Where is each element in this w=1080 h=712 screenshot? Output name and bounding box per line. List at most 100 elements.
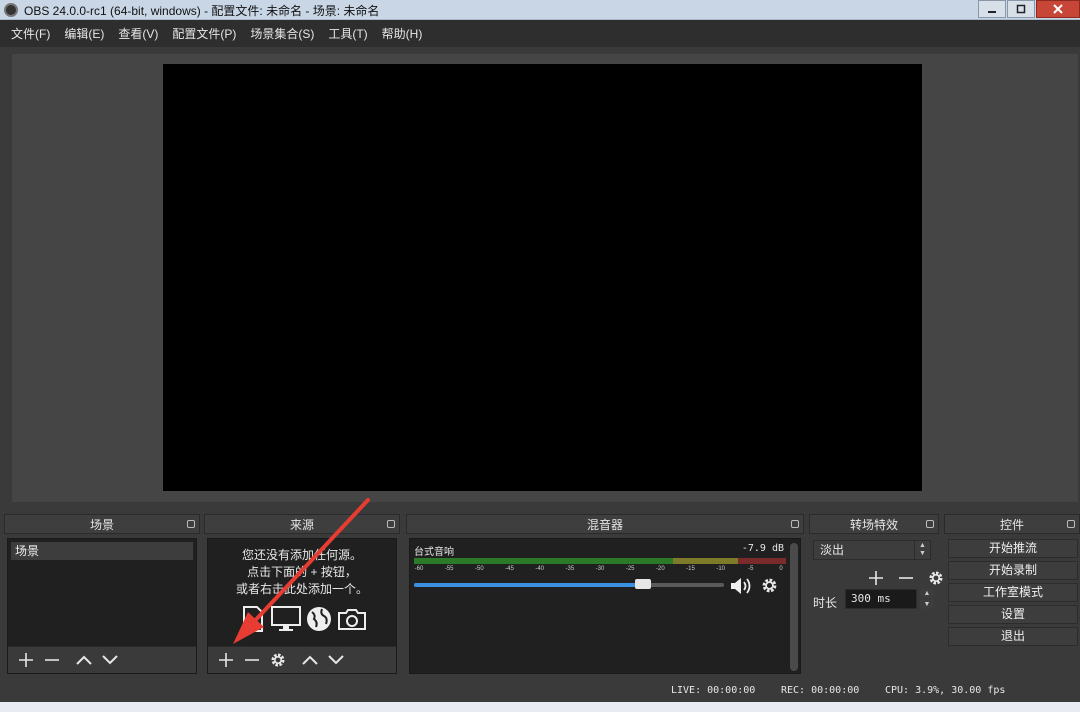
controls-dock: 控件 开始推流 开始录制 工作室模式 设置 退出	[944, 514, 1080, 674]
window-bottom-edge	[0, 702, 1080, 712]
minimize-button[interactable]	[978, 0, 1006, 18]
mixer-dock-title: 混音器	[406, 514, 804, 534]
title-bar: OBS 24.0.0-rc1 (64-bit, windows) - 配置文件:…	[0, 0, 1080, 20]
minus-icon	[899, 577, 913, 579]
exit-button[interactable]: 退出	[948, 627, 1078, 646]
volume-meter	[414, 558, 786, 564]
maximize-button[interactable]	[1007, 0, 1035, 18]
add-scene-button[interactable]	[13, 648, 39, 672]
float-dock-icon[interactable]	[791, 520, 799, 528]
add-transition-button[interactable]	[863, 566, 889, 590]
menu-bar: 文件(F) 编辑(E) 查看(V) 配置文件(P) 场景集合(S) 工具(T) …	[0, 20, 1080, 47]
chevron-up-icon	[302, 655, 318, 665]
duration-increase-button[interactable]: ▲	[920, 589, 934, 598]
menu-scene-collection[interactable]: 场景集合(S)	[243, 25, 321, 42]
meter-red-zone	[737, 558, 786, 564]
volume-slider[interactable]	[414, 579, 724, 589]
sources-empty-message: 您还没有添加任何源。 点击下面的 + 按钮， 或者右击此处添加一个。	[208, 547, 396, 598]
mixer-dock: 混音器 台式音响 -7.9 dB -60 -55 -50 -45 -40 -35 -30 -2…	[406, 514, 804, 674]
remove-scene-button[interactable]	[39, 648, 65, 672]
meter-tick-label: -45	[505, 566, 514, 572]
float-dock-icon[interactable]	[1067, 520, 1075, 528]
volume-slider-fill	[414, 583, 644, 587]
transitions-dock: 转场特效 淡出 ▲ ▼ 时长 300 ms ▲ ▼	[809, 514, 943, 674]
scenes-dock: 场景 场景	[4, 514, 200, 674]
preview-canvas[interactable]	[163, 64, 922, 491]
meter-green-zone	[414, 558, 673, 564]
status-bar: LIVE: 00:00:00 REC: 00:00:00 CPU: 3.9%, …	[0, 680, 1080, 702]
remove-transition-button[interactable]	[893, 566, 919, 590]
sources-dock: 来源 您还没有添加任何源。 点击下面的 + 按钮， 或者右击此处添加一个。	[204, 514, 400, 674]
start-streaming-button[interactable]: 开始推流	[948, 539, 1078, 558]
source-properties-button[interactable]	[265, 648, 291, 672]
move-scene-up-button[interactable]	[71, 648, 97, 672]
rec-status: REC: 00:00:00	[781, 685, 860, 696]
sources-list[interactable]: 您还没有添加任何源。 点击下面的 + 按钮， 或者右击此处添加一个。	[207, 538, 397, 674]
source-type-icons	[208, 605, 396, 633]
mute-button[interactable]	[730, 577, 754, 598]
plus-icon	[19, 653, 33, 667]
maximize-icon	[1016, 4, 1026, 14]
remove-source-button[interactable]	[239, 648, 265, 672]
duration-decrease-button[interactable]: ▼	[920, 600, 934, 609]
menu-edit[interactable]: 编辑(E)	[57, 25, 111, 42]
volume-slider-handle[interactable]	[635, 579, 652, 589]
meter-tick-label: 0	[779, 566, 783, 572]
mixer-scrollbar[interactable]	[790, 543, 798, 671]
meter-yellow-zone	[672, 558, 738, 564]
duration-input[interactable]: 300 ms	[845, 589, 917, 609]
move-source-down-button[interactable]	[323, 648, 349, 672]
camera-source-icon	[337, 605, 367, 633]
transitions-dock-title: 转场特效	[809, 514, 939, 534]
move-scene-down-button[interactable]	[97, 648, 123, 672]
float-dock-icon[interactable]	[387, 520, 395, 528]
menu-file[interactable]: 文件(F)	[4, 25, 57, 42]
float-dock-icon[interactable]	[926, 520, 934, 528]
meter-tick-label: -15	[686, 566, 695, 572]
meter-tick-label: -60	[414, 566, 424, 572]
menu-view[interactable]: 查看(V)	[111, 25, 165, 42]
float-dock-icon[interactable]	[187, 520, 195, 528]
duration-label: 时长	[813, 596, 838, 610]
preview-area	[12, 54, 1078, 502]
window-controls	[977, 0, 1080, 20]
plus-icon	[869, 571, 883, 585]
meter-tick-label: -55	[444, 566, 454, 572]
gear-icon	[271, 653, 285, 667]
transition-select[interactable]: 淡出 ▲ ▼	[813, 540, 931, 560]
close-button[interactable]	[1036, 0, 1080, 18]
scene-list-item[interactable]: 场景	[11, 542, 193, 560]
meter-tick-label: -40	[535, 566, 544, 572]
start-recording-button[interactable]: 开始录制	[948, 561, 1078, 580]
meter-tick-label: -50	[474, 566, 484, 572]
move-source-up-button[interactable]	[297, 648, 323, 672]
monitor-source-icon	[270, 605, 301, 633]
audio-track: 台式音响 -7.9 dB -60 -55 -50 -45 -40 -35 -30 -25 -20…	[414, 543, 786, 603]
meter-tick-label: -30	[595, 566, 605, 572]
meter-tick-label: -20	[655, 566, 665, 572]
sources-dock-title-text: 来源	[289, 517, 314, 532]
track-settings-button[interactable]	[761, 577, 778, 597]
transition-toolbar	[863, 566, 949, 590]
sources-dock-title: 来源	[204, 514, 400, 534]
minus-icon	[45, 659, 59, 661]
window-title: OBS 24.0.0-rc1 (64-bit, windows) - 配置文件:…	[24, 4, 380, 18]
scenes-toolbar	[8, 646, 196, 673]
controls-list: 开始推流 开始录制 工作室模式 设置 退出	[948, 539, 1078, 649]
cpu-status: CPU: 3.9%, 30.00 fps	[885, 685, 1006, 696]
image-source-icon	[238, 605, 268, 633]
add-source-button[interactable]	[213, 648, 239, 672]
menu-help[interactable]: 帮助(H)	[375, 25, 430, 42]
minimize-icon	[988, 11, 996, 13]
settings-button[interactable]: 设置	[948, 605, 1078, 624]
transition-selected-value: 淡出	[820, 543, 845, 557]
gear-icon	[929, 571, 943, 585]
empty-message-line: 点击下面的 + 按钮，	[247, 565, 357, 579]
scenes-dock-title: 场景	[4, 514, 200, 534]
menu-profile[interactable]: 配置文件(P)	[165, 25, 243, 42]
menu-tools[interactable]: 工具(T)	[321, 25, 374, 42]
controls-dock-title: 控件	[944, 514, 1080, 534]
minus-icon	[245, 659, 259, 661]
studio-mode-button[interactable]: 工作室模式	[948, 583, 1078, 602]
browser-globe-icon	[304, 605, 334, 633]
